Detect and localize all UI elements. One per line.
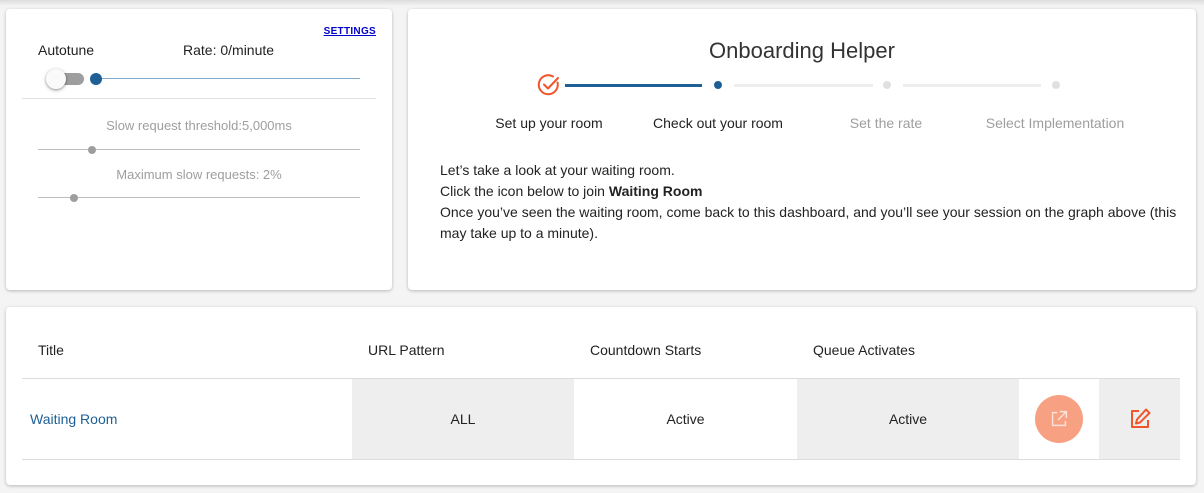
- column-header-title: Title: [38, 342, 64, 358]
- rate-slider-thumb[interactable]: [90, 73, 102, 85]
- onboarding-text-line-2-prefix: Click the icon below to join: [440, 183, 609, 199]
- onboarding-text-line-2: Click the icon below to join Waiting Roo…: [440, 181, 702, 202]
- autotune-settings-card: SETTINGS Autotune Rate: 0/minute Slow re…: [6, 9, 392, 290]
- onboarding-stepper: [408, 73, 1196, 97]
- column-header-queue-activates: Queue Activates: [813, 342, 915, 358]
- max-slow-requests-thumb[interactable]: [70, 194, 78, 202]
- column-header-url-pattern: URL Pattern: [368, 342, 445, 358]
- slow-threshold-track: [38, 149, 360, 150]
- column-header-countdown-starts: Countdown Starts: [590, 342, 702, 358]
- rate-label: Rate: 0/minute: [183, 42, 275, 58]
- onboarding-text-line-4: may take up to a minute).: [440, 225, 598, 241]
- url-pattern-cell: ALL: [352, 379, 574, 459]
- open-room-button[interactable]: [1035, 395, 1083, 443]
- step-connector-pending: [903, 84, 1041, 87]
- step-label-set-up-room: Set up your room: [495, 115, 603, 131]
- edit-room-button[interactable]: [1099, 379, 1180, 459]
- countdown-starts-cell: Active: [666, 411, 705, 427]
- toggle-knob: [46, 69, 66, 89]
- waiting-rooms-table-card: Title URL Pattern Countdown Starts Queue…: [6, 307, 1196, 485]
- table-row-divider: [22, 459, 1180, 460]
- onboarding-text-line-1: Let’s take a look at your waiting room.: [440, 162, 675, 178]
- step-connector-done: [565, 84, 702, 87]
- autotune-toggle[interactable]: [46, 69, 84, 89]
- step-complete-check-icon: [537, 74, 559, 96]
- waiting-room-name: Waiting Room: [608, 183, 703, 199]
- slow-threshold-slider[interactable]: [38, 145, 360, 155]
- top-shadow: [0, 0, 1204, 6]
- slow-threshold-label: Slow request threshold:5,000ms: [106, 118, 292, 133]
- step-label-set-rate: Set the rate: [849, 115, 923, 131]
- queue-activates-cell: Active: [797, 379, 1019, 459]
- room-title-link[interactable]: Waiting Room: [22, 379, 352, 459]
- settings-link[interactable]: SETTINGS: [324, 26, 376, 37]
- step-dot-active: [714, 81, 722, 89]
- step-dot-pending: [1052, 81, 1060, 89]
- edit-icon: [1130, 408, 1150, 428]
- step-label-check-out-room: Check out your room: [653, 115, 783, 131]
- slow-threshold-thumb[interactable]: [88, 146, 96, 154]
- rate-slider[interactable]: [90, 72, 360, 86]
- external-link-icon: [1051, 410, 1068, 427]
- open-room-cell: [1019, 379, 1099, 459]
- rate-slider-track: [92, 78, 360, 79]
- onboarding-title: Onboarding Helper: [709, 38, 895, 63]
- settings-divider: [22, 98, 376, 99]
- step-connector-pending: [734, 84, 873, 87]
- autotune-label: Autotune: [38, 42, 95, 58]
- max-slow-requests-label: Maximum slow requests: 2%: [116, 167, 282, 182]
- onboarding-text-line-3: Once you’ve seen the waiting room, come …: [440, 204, 1177, 220]
- onboarding-helper-card: Onboarding Helper Set up your room Check…: [408, 9, 1196, 290]
- step-dot-pending: [883, 81, 891, 89]
- max-slow-requests-slider[interactable]: [38, 193, 360, 203]
- step-label-select-implementation: Select Implementation: [985, 115, 1125, 131]
- max-slow-requests-track: [38, 197, 360, 198]
